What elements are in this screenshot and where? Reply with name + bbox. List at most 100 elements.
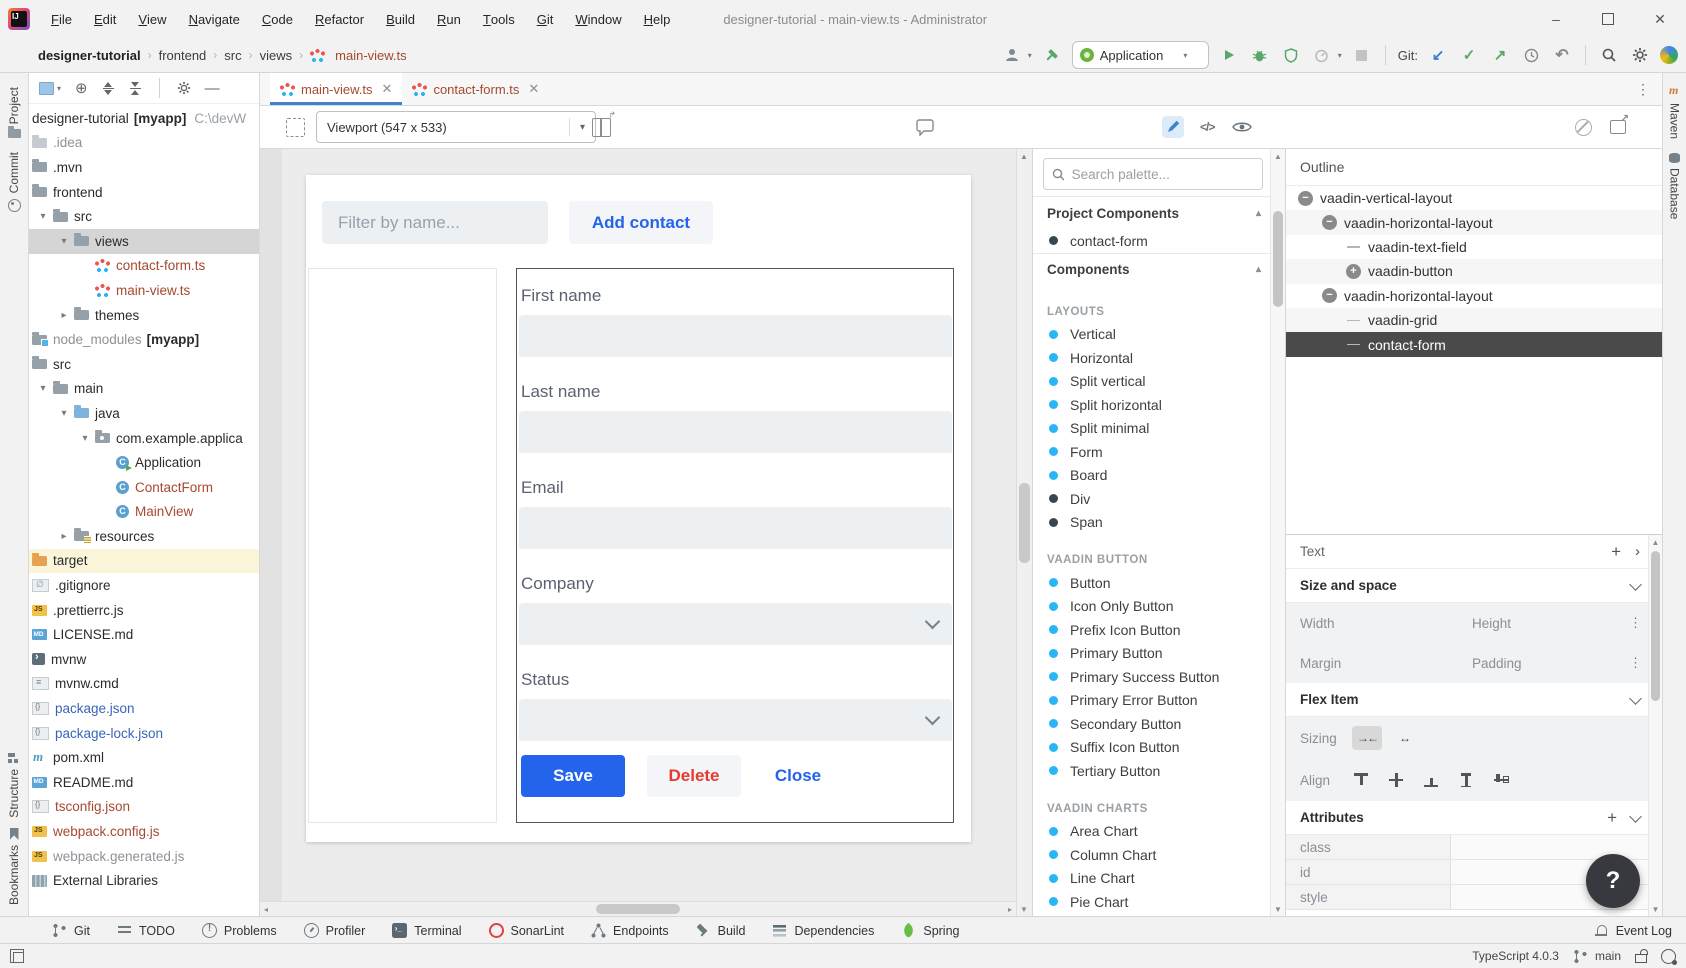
scrollbar-thumb[interactable]: [1019, 483, 1030, 563]
scroll-down-icon[interactable]: ▼: [1020, 905, 1028, 914]
preview-eye-icon[interactable]: [1232, 120, 1252, 134]
highlight-toggle-icon[interactable]: [1575, 119, 1592, 136]
tree-row[interactable]: .idea: [29, 131, 259, 156]
flex-section-header[interactable]: Flex Item: [1286, 683, 1662, 717]
palette-row[interactable]: Primary Success Button: [1033, 665, 1285, 689]
palette-row[interactable]: Column Chart: [1033, 843, 1285, 867]
viewport-size-select[interactable]: Viewport (547 x 533)▾: [316, 111, 596, 143]
outline-marker-icon[interactable]: −: [1322, 288, 1337, 303]
tree-row[interactable]: node_modules [myapp]: [29, 327, 259, 352]
palette-row[interactable]: Split vertical: [1033, 370, 1285, 394]
tree-row[interactable]: MainView: [29, 500, 259, 525]
tree-expand-arrow-icon[interactable]: ▾: [57, 408, 71, 419]
tree-expand-arrow-icon[interactable]: ▾: [36, 211, 50, 222]
menu-item[interactable]: File: [40, 0, 83, 38]
outline-marker-icon[interactable]: [1346, 239, 1361, 254]
tree-row[interactable]: .mvn: [29, 155, 259, 180]
palette-row[interactable]: Primary Error Button: [1033, 689, 1285, 713]
add-icon[interactable]: +: [1611, 542, 1621, 562]
tool-tab-bookmarks[interactable]: Bookmarks: [7, 828, 21, 905]
palette-row[interactable]: Board: [1033, 464, 1285, 488]
tree-expand-arrow-icon[interactable]: ▸: [57, 310, 71, 321]
event-log-button[interactable]: Event Log: [1594, 923, 1672, 938]
git-update-icon[interactable]: ↙: [1427, 44, 1449, 66]
restore-tool-windows-icon[interactable]: [10, 949, 24, 963]
tree-row[interactable]: ▾ main: [29, 377, 259, 402]
sizing-grow-button[interactable]: ↔: [1390, 726, 1420, 750]
breadcrumb-views[interactable]: views: [260, 48, 293, 63]
palette-search-box[interactable]: [1043, 158, 1263, 190]
scroll-left-icon[interactable]: ◂: [264, 905, 268, 914]
tree-expand-arrow-icon[interactable]: ▾: [78, 433, 92, 444]
menu-item[interactable]: Edit: [83, 0, 127, 38]
outline-row[interactable]: + vaadin-button: [1286, 259, 1662, 283]
tool-window-button[interactable]: Endpoints: [591, 923, 669, 938]
scroll-down-icon[interactable]: ▼: [1274, 905, 1282, 914]
tree-row[interactable]: mvnw.cmd: [29, 672, 259, 697]
tree-row[interactable]: contact-form.ts: [29, 254, 259, 279]
typescript-version[interactable]: TypeScript 4.0.3: [1472, 949, 1559, 963]
text-section-header[interactable]: Text +›: [1286, 535, 1662, 569]
editor-tab[interactable]: contact-form.ts ✕: [402, 73, 549, 105]
palette-row[interactable]: Project Components: [1033, 196, 1285, 229]
more-options-icon[interactable]: ⋮: [1629, 655, 1642, 671]
expand-right-icon[interactable]: ›: [1635, 543, 1640, 560]
outline-row[interactable]: vaadin-grid: [1286, 308, 1662, 332]
breadcrumb-src[interactable]: src: [224, 48, 241, 63]
filter-input[interactable]: [336, 212, 534, 234]
canvas-horizontal-scrollbar[interactable]: ◂ ▸: [260, 901, 1016, 917]
outline-row[interactable]: − vaadin-vertical-layout: [1286, 186, 1662, 210]
outline-row[interactable]: − vaadin-horizontal-layout: [1286, 210, 1662, 234]
palette-row[interactable]: Tertiary Button: [1033, 759, 1285, 783]
rollback-undo-icon[interactable]: ↶: [1551, 44, 1573, 66]
menu-item[interactable]: Navigate: [178, 0, 251, 38]
scroll-down-icon[interactable]: ▼: [1652, 905, 1660, 914]
tree-row[interactable]: webpack.generated.js: [29, 844, 259, 869]
run-configuration-select[interactable]: Application ▾: [1072, 41, 1209, 69]
outline-marker-icon[interactable]: [1346, 313, 1361, 328]
palette-row[interactable]: Button: [1033, 571, 1285, 595]
palette-row[interactable]: VAADIN CHARTS: [1033, 783, 1285, 820]
breadcrumb-file[interactable]: main-view.ts: [310, 48, 407, 63]
outline-marker-icon[interactable]: −: [1322, 215, 1337, 230]
run-button[interactable]: [1218, 44, 1240, 66]
outline-row[interactable]: − vaadin-horizontal-layout: [1286, 284, 1662, 308]
tree-row[interactable]: pom.xml: [29, 745, 259, 770]
outline-row[interactable]: contact-form: [1286, 332, 1662, 356]
tree-row[interactable]: mvnw: [29, 647, 259, 672]
sizing-shrink-button[interactable]: →←: [1352, 726, 1382, 750]
palette-row[interactable]: Div: [1033, 487, 1285, 511]
edit-mode-pencil-icon[interactable]: [1162, 116, 1184, 138]
size-field-label[interactable]: Width: [1300, 616, 1335, 631]
tab-close-icon[interactable]: ✕: [528, 81, 539, 97]
outline-marker-icon[interactable]: [1346, 337, 1361, 352]
breadcrumb-project[interactable]: designer-tutorial: [38, 48, 141, 63]
align-bottom-button[interactable]: [1422, 771, 1441, 789]
designer-canvas[interactable]: Add contact First name: [260, 149, 1016, 917]
tree-row[interactable]: src: [29, 352, 259, 377]
palette-row[interactable]: Components: [1033, 253, 1285, 286]
align-baseline-button[interactable]: [1492, 771, 1511, 789]
palette-row[interactable]: Prefix Icon Button: [1033, 618, 1285, 642]
panel-settings-gear-icon[interactable]: [177, 81, 191, 95]
tree-row[interactable]: ▾ com.example.applica: [29, 426, 259, 451]
tree-row[interactable]: frontend: [29, 180, 259, 205]
menu-item[interactable]: Code: [251, 0, 304, 38]
tree-row[interactable]: designer-tutorial [myapp] C:\devW: [29, 106, 259, 131]
tool-tab-structure[interactable]: Structure: [7, 753, 21, 818]
menu-item[interactable]: Window: [564, 0, 632, 38]
tool-tab-commit[interactable]: Commit: [7, 152, 21, 211]
search-everywhere-icon[interactable]: [1598, 44, 1620, 66]
git-commit-check-icon[interactable]: ✓: [1458, 44, 1480, 66]
palette-row[interactable]: Primary Button: [1033, 642, 1285, 666]
scroll-right-icon[interactable]: ▸: [1008, 905, 1012, 914]
size-field-label[interactable]: Margin: [1300, 656, 1341, 671]
git-branch-widget[interactable]: main: [1573, 949, 1621, 964]
palette-row[interactable]: Span: [1033, 511, 1285, 535]
field-input[interactable]: [519, 603, 952, 645]
align-stretch-button[interactable]: [1457, 771, 1476, 789]
menu-item[interactable]: Build: [375, 0, 426, 38]
settings-gear-icon[interactable]: [1629, 44, 1651, 66]
tree-row[interactable]: target: [29, 549, 259, 574]
scroll-up-icon[interactable]: ▲: [1020, 152, 1028, 161]
